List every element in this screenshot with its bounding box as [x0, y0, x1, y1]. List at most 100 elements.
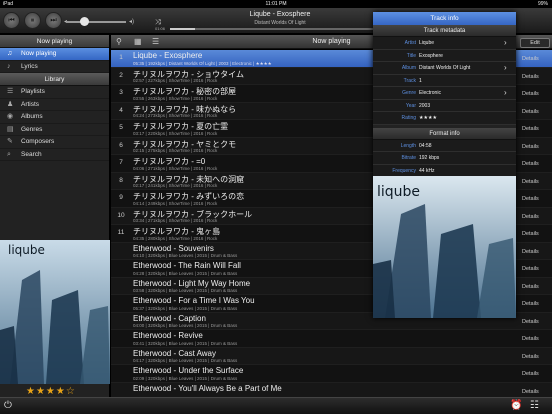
- details-button[interactable]: Details: [522, 126, 539, 132]
- metadata-value: Distant Worlds Of Light: [419, 65, 471, 71]
- edit-button[interactable]: Edit: [520, 38, 550, 48]
- format-value: 192 kbps: [419, 155, 440, 161]
- sidebar-item-playlists[interactable]: ☰ Playlists: [0, 86, 109, 99]
- volume-high-icon: ◂): [129, 19, 135, 25]
- track-number: 8: [119, 176, 123, 184]
- track-meta: 03:34 | 271kbps | ShowTime | 2016 | Rock: [133, 218, 218, 223]
- track-meta: 04:10 | 320kbps | Blue Leaves | 2015 | D…: [133, 253, 238, 258]
- details-button[interactable]: Details: [522, 301, 539, 307]
- track-meta: 03:41 | 320kbps | Blue Leaves | 2015 | D…: [133, 340, 238, 346]
- next-icon: ⏭: [50, 17, 57, 24]
- sidebar-item-label: Genres: [21, 125, 43, 133]
- sidebar-now-playing-header: Now playing: [0, 35, 109, 48]
- track-title: Etherwood - Under the Surface: [133, 366, 244, 375]
- previous-icon: ⏮: [8, 17, 15, 24]
- album-art[interactable]: liqube: [0, 240, 110, 384]
- sidebar-item-now-playing[interactable]: ♫ Now playing: [0, 48, 109, 61]
- alarm-clock-icon[interactable]: ⏰: [510, 400, 522, 411]
- details-button[interactable]: Details: [522, 284, 539, 290]
- format-key: Bitrate: [401, 155, 416, 161]
- details-button[interactable]: Details: [522, 371, 539, 377]
- bottom-toolbar: ⏻ ⏰ ☷: [0, 397, 552, 414]
- track-meta: 03:58 | 320kbps | Blue Leaves | 2015 | D…: [133, 288, 238, 293]
- sidebar-item-search[interactable]: ⌕ Search: [0, 149, 109, 161]
- details-button[interactable]: Details: [522, 74, 539, 80]
- composer-icon: ✎: [7, 138, 13, 145]
- track-meta: 04:35 | 280kbps | ShowTime | 2016 | Rock: [133, 235, 218, 241]
- rating-stars[interactable]: ★★★★☆: [26, 386, 76, 397]
- metadata-row-artist[interactable]: Artist Liqube ›: [373, 37, 516, 50]
- metadata-key: Track: [403, 77, 416, 84]
- progress-bar[interactable]: [170, 28, 380, 30]
- details-button[interactable]: Details: [522, 179, 539, 185]
- status-bar: iPad 11:01 PM 99%: [0, 0, 552, 8]
- progress-fill: [170, 28, 196, 30]
- details-button[interactable]: Details: [522, 214, 539, 220]
- now-playing-title: Liqube - Exosphere: [249, 11, 311, 18]
- track-meta: 04:14 | 249kbps | ShowTime | 2016 | Rock: [133, 200, 218, 206]
- track-info-header: Track info: [373, 12, 516, 25]
- track-number: 6: [119, 141, 123, 149]
- next-button[interactable]: ⏭: [45, 12, 62, 29]
- chevron-right-icon[interactable]: ›: [504, 62, 507, 75]
- track-info-panel: Track info Track metadata Artist Liqube › T…: [373, 12, 516, 318]
- details-button[interactable]: Details: [522, 336, 539, 342]
- metadata-key: Year: [405, 102, 416, 109]
- lyrics-icon: ♪: [7, 62, 11, 70]
- track-number: 4: [119, 106, 123, 114]
- details-button[interactable]: Details: [522, 389, 539, 395]
- metadata-key: Album: [401, 65, 416, 71]
- chevron-right-icon[interactable]: ›: [504, 37, 507, 50]
- details-button[interactable]: Details: [522, 354, 539, 360]
- track-title: Etherwood - Cast Away: [133, 348, 217, 358]
- track-meta: 04:06 | 271kbps | ShowTime | 2016 | Rock: [133, 165, 218, 171]
- details-button[interactable]: Details: [522, 249, 539, 255]
- format-value: 04:58: [419, 142, 432, 149]
- track-meta: 02:17 | 241kbps | ShowTime | 2016 | Rock: [133, 183, 218, 188]
- previous-button[interactable]: ⏮: [3, 12, 20, 29]
- details-button[interactable]: Details: [522, 91, 539, 97]
- track-number: 5: [119, 124, 123, 131]
- details-button[interactable]: Details: [522, 144, 539, 150]
- volume-knob[interactable]: [79, 17, 89, 26]
- equalizer-icon[interactable]: ☷: [530, 400, 539, 411]
- now-playing-album: Distant Worlds Of Light: [254, 20, 306, 26]
- track-row[interactable]: Etherwood - Cast Away 04:17 | 320kbps | B…: [111, 347, 552, 365]
- metadata-row-genre[interactable]: Genre Electronic ›: [373, 87, 516, 100]
- sidebar-item-composers[interactable]: ✎ Composers: [0, 136, 109, 149]
- track-row[interactable]: Etherwood - Under the Surface 02:09 | 320…: [111, 365, 552, 383]
- details-button[interactable]: Details: [522, 56, 539, 62]
- track-row[interactable]: Etherwood - Revive 03:41 | 320kbps | Blue…: [111, 330, 552, 348]
- track-number: 7: [119, 159, 123, 166]
- details-button[interactable]: Details: [522, 231, 539, 237]
- format-row-bitrate: Bitrate 192 kbps: [373, 152, 516, 165]
- format-key: Length: [400, 142, 416, 149]
- volume-slider[interactable]: [66, 17, 126, 26]
- pause-icon: ⏸: [30, 17, 35, 24]
- pause-button[interactable]: ⏸: [24, 12, 41, 29]
- metadata-key: Title: [406, 52, 416, 59]
- chevron-right-icon[interactable]: ›: [504, 87, 507, 100]
- music-note-icon: ♫: [7, 50, 13, 57]
- details-button[interactable]: Details: [522, 109, 539, 115]
- artist-icon: ♟: [7, 100, 14, 108]
- details-button[interactable]: Details: [522, 266, 539, 272]
- sidebar-item-artists[interactable]: ♟ Artists: [0, 99, 109, 111]
- genre-icon: ▤: [7, 125, 14, 133]
- track-meta: 03:17 | 220kbps | ShowTime | 2016 | Rock: [133, 130, 218, 136]
- track-title: Etherwood - Souvenirs: [133, 243, 214, 253]
- details-button[interactable]: Details: [522, 196, 539, 202]
- sidebar-item-lyrics[interactable]: ♪ Lyrics: [0, 61, 109, 73]
- track-meta: 02:57 | 227kbps | ShowTime | 2016 | Rock: [133, 78, 218, 83]
- metadata-value: Exosphere: [419, 52, 443, 59]
- metadata-row-album[interactable]: Album Distant Worlds Of Light ›: [373, 62, 516, 75]
- power-icon[interactable]: ⏻: [4, 400, 12, 411]
- sidebar-item-genres[interactable]: ▤ Genres: [0, 124, 109, 136]
- metadata-row-year: Year 2003: [373, 99, 516, 112]
- track-meta: 03:55 | 263kbps | ShowTime | 2016 | Rock: [133, 95, 218, 101]
- album-icon: ◉: [7, 113, 14, 120]
- details-button[interactable]: Details: [522, 161, 539, 167]
- sidebar-item-albums[interactable]: ◉ Albums: [0, 111, 109, 124]
- track-number: 2: [119, 71, 123, 79]
- details-button[interactable]: Details: [522, 319, 539, 325]
